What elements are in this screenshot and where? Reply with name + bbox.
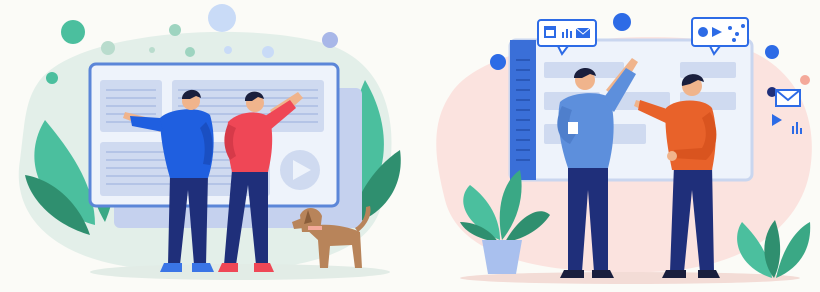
plant	[737, 220, 811, 278]
mail-icon	[575, 27, 591, 38]
bubble	[169, 24, 181, 36]
bubble	[61, 20, 85, 44]
bubble	[149, 47, 155, 53]
right-illustration-svg	[436, 13, 812, 284]
bubble	[765, 45, 779, 59]
bubble	[262, 46, 274, 58]
left-illustration	[0, 0, 410, 292]
coffee-cup	[568, 122, 578, 134]
left-illustration-svg	[18, 4, 401, 280]
bubble	[101, 41, 115, 55]
bubble	[185, 47, 195, 57]
bubble	[800, 75, 810, 85]
mail-icon	[775, 89, 801, 107]
bubble	[613, 13, 631, 31]
bubble	[322, 32, 338, 48]
ground-shadow	[90, 264, 390, 280]
calendar-icon	[544, 26, 556, 38]
bubble	[46, 72, 58, 84]
bubble	[224, 46, 232, 54]
bubble	[490, 54, 506, 70]
right-illustration	[410, 0, 820, 292]
play-icon	[280, 150, 320, 190]
bubble	[208, 4, 236, 32]
info-icon	[698, 27, 708, 37]
